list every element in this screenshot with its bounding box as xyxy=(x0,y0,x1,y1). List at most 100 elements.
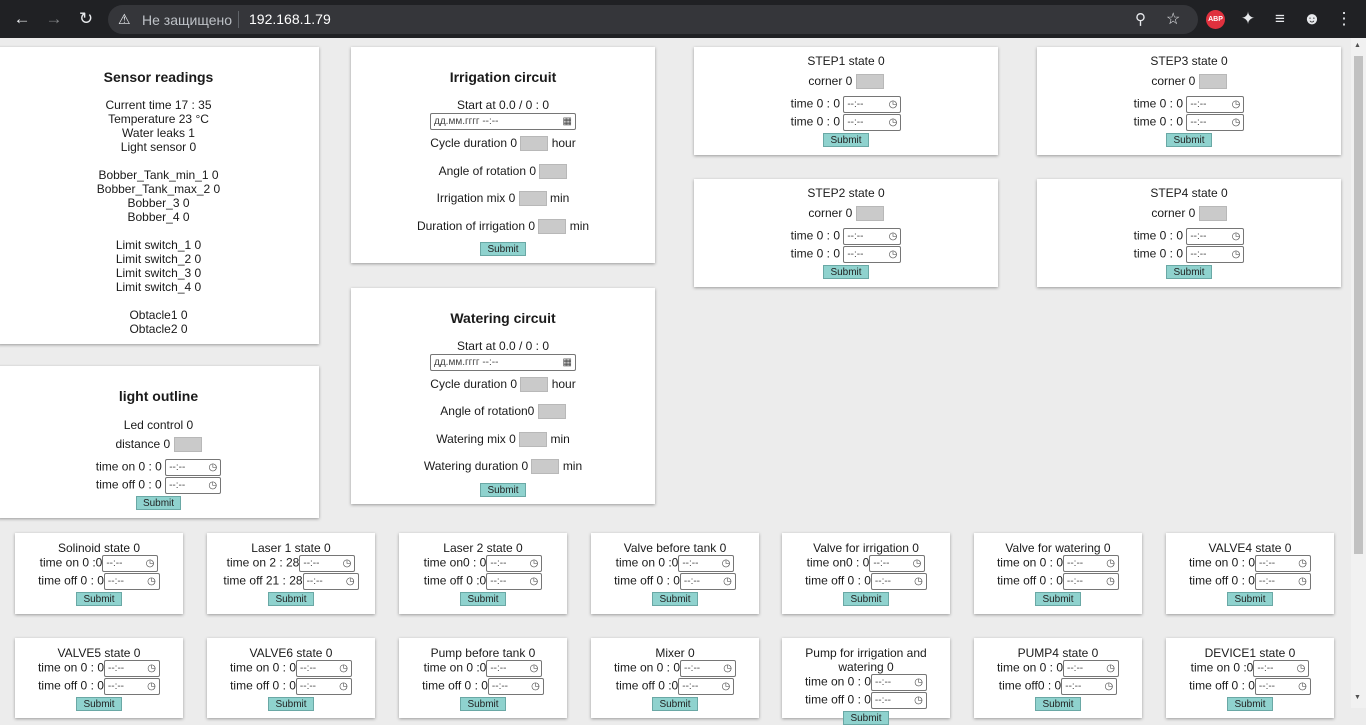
time-input-2[interactable]: --:-- ◷ xyxy=(843,246,902,263)
time-on-input[interactable]: --:-- ◷ xyxy=(165,459,222,476)
forward-arrow-icon[interactable]: → xyxy=(44,9,64,29)
zoom-icon[interactable]: ⚲ xyxy=(1135,10,1146,28)
device-submit-button[interactable]: Submit xyxy=(76,592,122,606)
time-off-label: time off 0 : 0 xyxy=(422,678,488,693)
time-off-input[interactable]: --:-- ◷ xyxy=(302,573,359,590)
time-on-input[interactable]: --:-- ◷ xyxy=(1063,660,1120,677)
time-off-input[interactable]: --:-- ◷ xyxy=(678,678,735,695)
scroll-up-icon[interactable]: ▲ xyxy=(1354,42,1361,49)
step-submit-button[interactable]: Submit xyxy=(1166,133,1212,147)
device-submit-button[interactable]: Submit xyxy=(843,592,889,606)
time-input-2[interactable]: --:-- ◷ xyxy=(1186,114,1245,131)
time-input-2[interactable]: --:-- ◷ xyxy=(843,114,902,131)
time-off-input[interactable]: --:-- ◷ xyxy=(103,573,160,590)
irrigation-cycle-input[interactable] xyxy=(520,136,549,152)
bookmark-star-icon[interactable]: ☆ xyxy=(1166,9,1180,29)
url-text[interactable]: 192.168.1.79 xyxy=(249,11,331,27)
sensor-readings-panel: Sensor readings Current time 17 : 35 Temp… xyxy=(0,47,319,344)
time-on-input[interactable]: --:-- ◷ xyxy=(678,555,735,572)
time-input-1[interactable]: --:-- ◷ xyxy=(1186,228,1245,245)
device-submit-button[interactable]: Submit xyxy=(1227,592,1273,606)
time-off-input[interactable]: --:-- ◷ xyxy=(486,573,543,590)
irrigation-mix-input[interactable] xyxy=(518,191,547,207)
device-submit-button[interactable]: Submit xyxy=(1035,592,1081,606)
time-off-input[interactable]: --:-- ◷ xyxy=(165,477,222,494)
corner-input[interactable] xyxy=(1198,74,1227,90)
watering-submit-button[interactable]: Submit xyxy=(480,483,526,497)
time-on-input[interactable]: --:-- ◷ xyxy=(296,660,353,677)
corner-input[interactable] xyxy=(1198,206,1227,222)
time-on-input[interactable]: --:-- ◷ xyxy=(486,555,543,572)
step-title: STEP4 state 0 xyxy=(1150,186,1228,200)
time-off-input[interactable]: --:-- ◷ xyxy=(679,573,736,590)
scrollbar-thumb[interactable] xyxy=(1354,56,1363,554)
security-label[interactable]: Не защищено xyxy=(142,12,232,28)
address-bar[interactable]: ⚠ Не защищено 192.168.1.79 ⚲ ☆ xyxy=(108,5,1198,34)
step-submit-button[interactable]: Submit xyxy=(823,133,869,147)
reload-icon[interactable]: ↻ xyxy=(76,9,96,29)
device-submit-button[interactable]: Submit xyxy=(268,592,314,606)
time-off-input[interactable]: --:-- ◷ xyxy=(487,678,544,695)
time-on-input[interactable]: --:-- ◷ xyxy=(1253,660,1310,677)
time-off-input[interactable]: --:-- ◷ xyxy=(1061,678,1118,695)
menu-dots-icon[interactable]: ⋮ xyxy=(1334,9,1354,29)
device-submit-button[interactable]: Submit xyxy=(843,711,889,725)
time-input-1[interactable]: --:-- ◷ xyxy=(843,96,902,113)
distance-input[interactable] xyxy=(173,437,202,453)
corner-input[interactable] xyxy=(855,206,884,222)
adblock-extension-icon[interactable]: ABP xyxy=(1206,10,1225,29)
device-submit-button[interactable]: Submit xyxy=(460,592,506,606)
irrigation-angle-input[interactable] xyxy=(539,164,568,180)
warning-icon[interactable]: ⚠ xyxy=(118,11,131,28)
device-submit-button[interactable]: Submit xyxy=(460,697,506,711)
clock-icon: ◷ xyxy=(339,681,348,692)
extensions-puzzle-icon[interactable]: ✦ xyxy=(1238,9,1258,29)
time-on-input[interactable]: --:-- ◷ xyxy=(869,555,926,572)
time-on-input[interactable]: --:-- ◷ xyxy=(486,660,543,677)
time-on-input[interactable]: --:-- ◷ xyxy=(871,674,928,691)
device-submit-button[interactable]: Submit xyxy=(1227,697,1273,711)
time-off-input[interactable]: --:-- ◷ xyxy=(103,678,160,695)
time-off-input[interactable]: --:-- ◷ xyxy=(870,692,927,709)
step-submit-button[interactable]: Submit xyxy=(823,265,869,279)
watering-cycle-input[interactable] xyxy=(520,377,549,393)
watering-angle-input[interactable] xyxy=(537,404,566,420)
time-input-1[interactable]: --:-- ◷ xyxy=(1186,96,1245,113)
time-on-input[interactable]: --:-- ◷ xyxy=(299,555,356,572)
step-submit-button[interactable]: Submit xyxy=(1166,265,1212,279)
time-on-input[interactable]: --:-- ◷ xyxy=(680,660,737,677)
scroll-down-icon[interactable]: ▼ xyxy=(1354,694,1361,701)
device-submit-button[interactable]: Submit xyxy=(1035,697,1081,711)
device-submit-button[interactable]: Submit xyxy=(76,697,122,711)
time-off-input[interactable]: --:-- ◷ xyxy=(1254,678,1311,695)
watering-duration-input[interactable] xyxy=(531,459,560,475)
device-submit-button[interactable]: Submit xyxy=(268,697,314,711)
sensor-reading: Obtacle2 0 xyxy=(129,322,188,336)
time-off-input[interactable]: --:-- ◷ xyxy=(295,678,352,695)
reading-list-icon[interactable]: ≡ xyxy=(1270,9,1290,29)
device-submit-button[interactable]: Submit xyxy=(652,697,698,711)
time-off-input[interactable]: --:-- ◷ xyxy=(870,573,927,590)
irrigation-angle-label: Angle of rotation 0 xyxy=(438,164,537,178)
time-off-input[interactable]: --:-- ◷ xyxy=(1062,573,1119,590)
time-input-2[interactable]: --:-- ◷ xyxy=(1186,246,1245,263)
sensor-reading: Bobber_4 0 xyxy=(127,210,190,224)
irrigation-duration-input[interactable] xyxy=(538,219,567,235)
watering-mix-input[interactable] xyxy=(519,432,548,448)
corner-input[interactable] xyxy=(855,74,884,90)
time-on-input[interactable]: --:-- ◷ xyxy=(1255,555,1312,572)
time-off-input[interactable]: --:-- ◷ xyxy=(1254,573,1311,590)
irrigation-datetime-input[interactable]: дд.мм.гггг --:-- ▦ xyxy=(430,113,576,130)
watering-datetime-input[interactable]: дд.мм.гггг --:-- ▦ xyxy=(430,354,576,371)
device-submit-button[interactable]: Submit xyxy=(652,592,698,606)
page-scrollbar[interactable]: ▲ ▼ xyxy=(1351,38,1366,708)
time-input-1[interactable]: --:-- ◷ xyxy=(843,228,902,245)
irrigation-submit-button[interactable]: Submit xyxy=(480,242,526,256)
time-on-label: time on 0 :0 xyxy=(423,660,487,675)
back-arrow-icon[interactable]: ← xyxy=(12,9,32,29)
light-submit-button[interactable]: Submit xyxy=(135,496,182,510)
time-on-input[interactable]: --:-- ◷ xyxy=(102,555,159,572)
time-on-input[interactable]: --:-- ◷ xyxy=(1063,555,1120,572)
time-on-input[interactable]: --:-- ◷ xyxy=(104,660,161,677)
profile-avatar-icon[interactable]: ☻ xyxy=(1302,9,1322,29)
